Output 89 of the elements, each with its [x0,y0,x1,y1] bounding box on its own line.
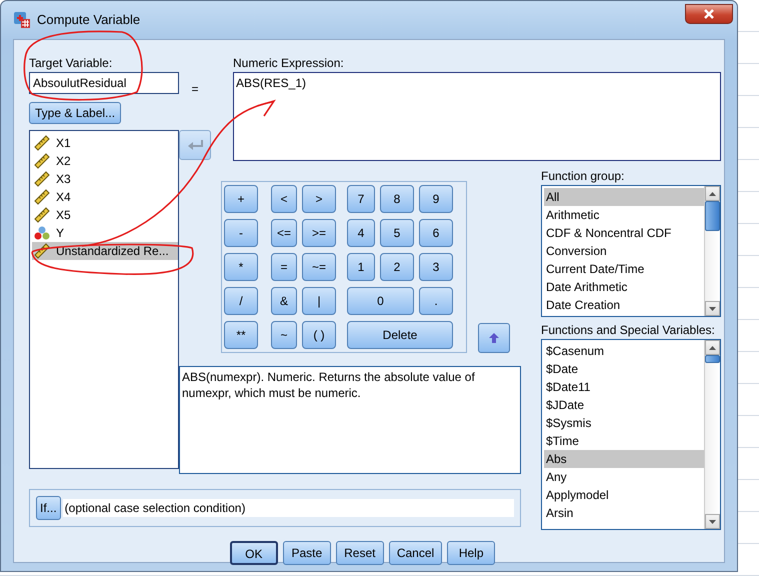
numeric-expression-field[interactable]: ABS(RES_1) [233,72,721,161]
keypad-key[interactable]: / [224,287,258,315]
list-item[interactable]: $Date11 [544,378,704,396]
keypad-key[interactable]: >= [302,219,336,247]
ruler-icon [34,243,50,259]
arrow-icon [187,139,203,151]
keypad-key[interactable]: 1 [347,253,375,281]
keypad-key[interactable]: 3 [419,253,453,281]
keypad-key[interactable]: < [271,185,297,213]
ruler-icon [34,189,50,205]
list-item[interactable]: Date Arithmetic [544,278,704,296]
list-item[interactable]: $Date [544,360,704,378]
keypad-key[interactable]: - [224,219,258,247]
list-item[interactable]: $JDate [544,396,704,414]
calculator-icon [13,11,31,29]
nominal-icon [34,225,50,241]
list-item[interactable]: Arithmetic [544,206,704,224]
variable-item[interactable]: X5 [32,206,178,224]
keypad-key[interactable]: ~ [271,321,297,349]
list-item[interactable]: Abs [544,450,704,468]
keypad-key[interactable]: + [224,185,258,213]
target-variable-label: Target Variable: [29,56,114,70]
type-label-button[interactable]: Type & Label... [29,102,122,124]
keypad-key[interactable]: <= [271,219,297,247]
list-item[interactable]: Date Creation [544,296,704,314]
scroll-down-icon [709,520,716,524]
keypad-key[interactable]: 8 [380,185,414,213]
keypad-key[interactable]: . [419,287,453,315]
keypad-key[interactable]: 9 [419,185,453,213]
scroll-up-icon [709,192,716,196]
list-item[interactable]: All [544,188,704,206]
close-icon [703,9,715,19]
variable-item[interactable]: Y [32,224,178,242]
list-item[interactable]: Applymodel [544,486,704,504]
ruler-icon [34,153,50,169]
list-item[interactable]: Arsin [544,504,704,522]
numeric-expression-label: Numeric Expression: [233,56,345,70]
scroll-up-icon [709,346,716,350]
if-button[interactable]: If... [36,496,61,520]
keypad-key[interactable]: | [302,287,336,315]
condition-field: (optional case selection condition) [62,499,514,517]
keypad-key[interactable]: 5 [380,219,414,247]
keypad-key[interactable]: 0 [347,287,414,315]
function-description: ABS(numexpr). Numeric. Returns the absolute value of numexpr, which must be numeric. [179,366,521,474]
dialog-button[interactable]: OK [230,541,278,565]
keypad-key[interactable]: & [271,287,297,315]
keypad-key[interactable]: 4 [347,219,375,247]
move-variable-button[interactable] [179,130,211,160]
list-item[interactable]: CDF & Noncentral CDF [544,224,704,242]
keypad-key[interactable]: 2 [380,253,414,281]
list-item[interactable]: $Sysmis [544,414,704,432]
scroll-thumb[interactable] [705,355,720,363]
keypad-key[interactable]: Delete [347,321,453,349]
variable-item[interactable]: X4 [32,188,178,206]
window-title: Compute Variable [37,11,140,30]
keypad-key[interactable]: > [302,185,336,213]
list-item[interactable]: Conversion [544,242,704,260]
dialog-button[interactable]: Cancel [388,541,442,565]
keypad-key[interactable]: = [271,253,297,281]
keypad-key[interactable]: ( ) [302,321,336,349]
list-item[interactable]: Current Date/Time [544,260,704,278]
variable-item[interactable]: X3 [32,170,178,188]
target-variable-field[interactable]: AbsoulutResidual [29,72,179,94]
scrollbar[interactable] [704,186,720,316]
insert-function-button[interactable] [478,323,510,353]
up-arrow-icon [488,332,500,344]
keypad-key[interactable]: ~= [302,253,336,281]
keypad-key[interactable]: * [224,253,258,281]
dialog-button[interactable]: Help [447,541,496,565]
scroll-thumb[interactable] [705,201,720,231]
close-button[interactable] [685,4,733,24]
keypad-key[interactable]: ** [224,321,258,349]
variable-item[interactable]: X2 [32,152,178,170]
dialog-button[interactable]: Reset [336,541,384,565]
equals-sign: = [190,81,200,98]
function-group-label: Function group: [541,169,626,183]
dialog-button[interactable]: Paste [282,541,331,565]
keypad-key[interactable]: 6 [419,219,453,247]
ruler-icon [34,135,50,151]
list-item[interactable]: $Casenum [544,342,704,360]
scrollbar[interactable] [704,340,720,529]
list-item[interactable]: Any [544,468,704,486]
keypad-key[interactable]: 7 [347,185,375,213]
variable-item[interactable]: X1 [32,134,178,152]
list-item[interactable]: $Time [544,432,704,450]
ruler-icon [34,207,50,223]
functions-label: Functions and Special Variables: [541,323,716,337]
ruler-icon [34,171,50,187]
scroll-down-icon [709,306,716,310]
